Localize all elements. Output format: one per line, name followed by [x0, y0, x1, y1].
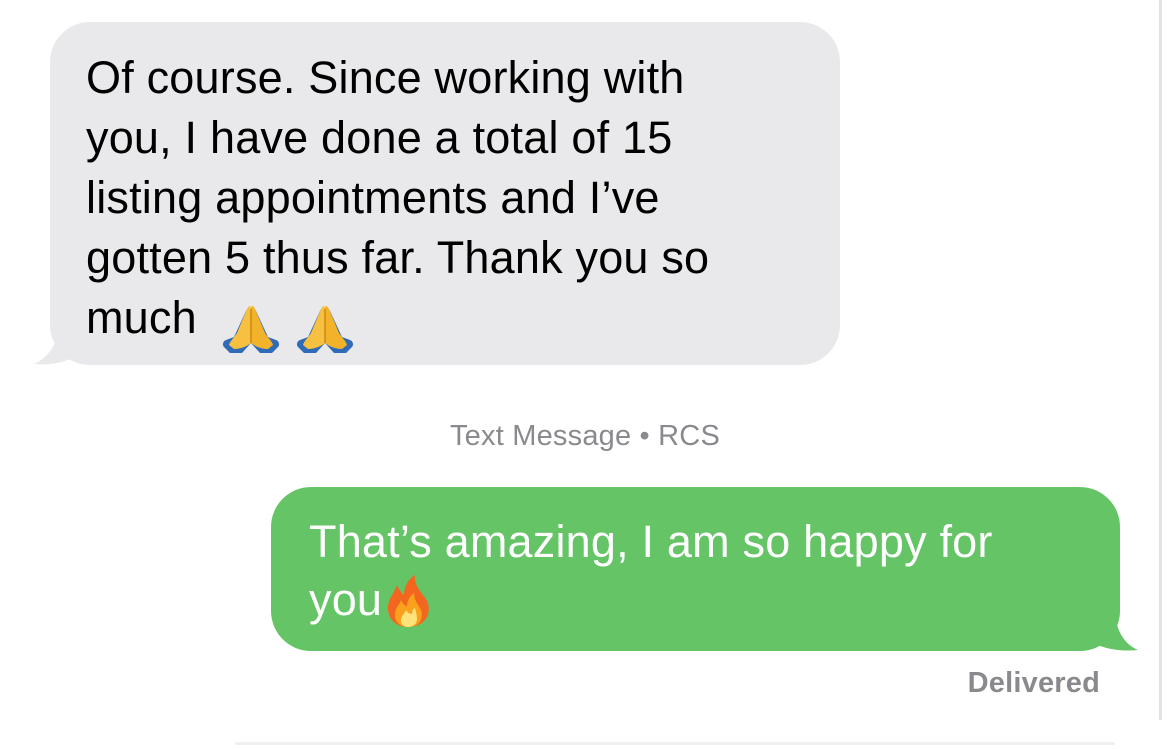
incoming-message-last-line: much: [86, 288, 810, 356]
service-label: Text Message • RCS: [449, 420, 720, 452]
incoming-message-line: gotten 5 thus far. Thank you so: [86, 232, 710, 283]
message-thread: Of course. Since working with you, I hav…: [0, 0, 1150, 749]
incoming-message-bubble[interactable]: Of course. Since working with you, I hav…: [50, 22, 840, 365]
incoming-message-line: Of course. Since working with: [86, 52, 685, 103]
emoji-row: [220, 296, 357, 356]
incoming-message-line: you, I have done a total of 15: [86, 112, 673, 163]
outgoing-message-line: you: [309, 574, 383, 625]
outgoing-message-bubble[interactable]: That’s amazing, I am so happy for you: [271, 487, 1120, 651]
outgoing-message-line: That’s amazing, I am so happy for: [309, 516, 993, 567]
outgoing-message-last-line: you: [309, 571, 1090, 629]
delivery-status: Delivered: [967, 667, 1100, 699]
folded-hands-icon: [297, 306, 354, 354]
scroll-edge: [1159, 0, 1162, 720]
input-divider: [235, 742, 1115, 745]
fire-icon: [388, 575, 429, 627]
folded-hands-icon: [222, 306, 279, 354]
incoming-message-line: much: [86, 292, 197, 343]
incoming-message-line: listing appointments and I’ve: [86, 172, 660, 223]
